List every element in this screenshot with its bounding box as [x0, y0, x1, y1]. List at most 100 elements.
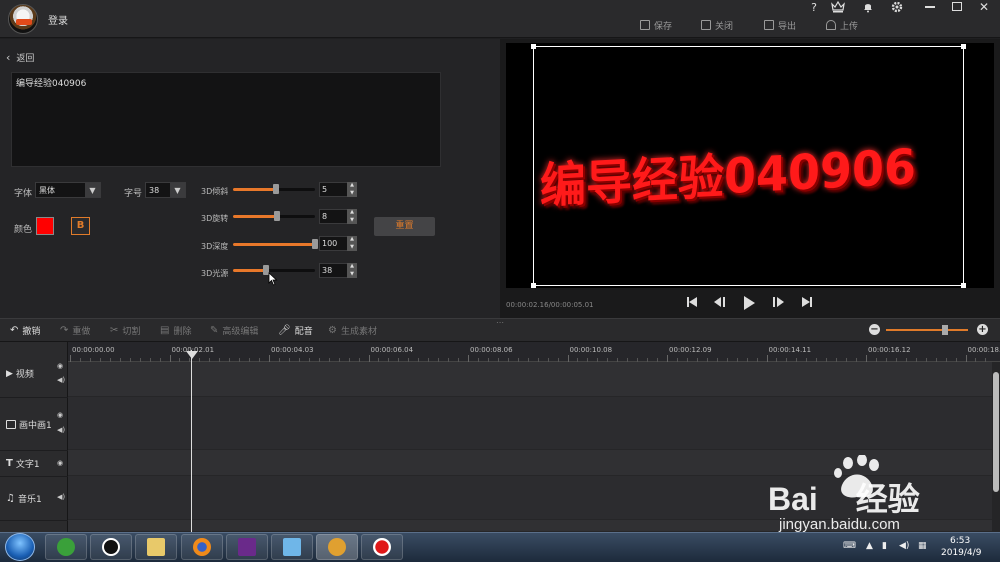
rotate-label: 3D旋转	[201, 214, 229, 223]
depth-slider[interactable]	[233, 238, 318, 250]
back-button[interactable]: ‹ 返回	[6, 51, 34, 64]
bell-icon[interactable]	[862, 1, 874, 13]
track-text[interactable]: T 文字1	[6, 457, 40, 470]
close-project-button[interactable]: 关闭	[701, 18, 733, 32]
refresh-icon	[57, 538, 75, 556]
clock-date[interactable]: 2019/4/9	[941, 548, 981, 558]
network-icon[interactable]: ▦	[918, 541, 927, 551]
video-icon: ▶	[6, 368, 13, 379]
play-icon[interactable]	[743, 296, 755, 313]
taskbar-app-explorer[interactable]	[135, 534, 177, 560]
keyboard-icon[interactable]: ⌨	[843, 541, 856, 551]
scrollbar-thumb[interactable]	[993, 372, 999, 492]
arrow-down-icon[interactable]: ▼	[350, 271, 354, 278]
arrow-down-icon[interactable]: ▼	[350, 244, 354, 251]
next-frame-icon[interactable]	[771, 296, 785, 311]
taskbar-app-refresh[interactable]	[45, 534, 87, 560]
arrow-up-icon[interactable]: ▲	[350, 182, 354, 189]
taskbar-app-firefox[interactable]	[181, 534, 223, 560]
taskbar-app-notes[interactable]	[271, 534, 313, 560]
eye-icon[interactable]: ◉	[57, 362, 63, 370]
minimize-icon[interactable]	[925, 6, 935, 8]
resize-handle[interactable]	[531, 283, 536, 288]
resize-handle[interactable]	[961, 44, 966, 49]
advanced-edit-button[interactable]: ✎ 高级编辑	[210, 324, 258, 337]
color-swatch[interactable]	[36, 217, 54, 235]
eye-icon[interactable]: ◉	[57, 459, 63, 467]
arrow-down-icon[interactable]: ▼	[350, 190, 354, 197]
playhead-marker[interactable]	[186, 351, 198, 359]
speaker-icon[interactable]: ◀)	[57, 426, 65, 434]
cut-button[interactable]: ✂ 切割	[110, 324, 140, 337]
prev-frame-icon[interactable]	[713, 296, 727, 311]
zoom-out-icon[interactable]: −	[869, 324, 880, 335]
arrow-up-icon[interactable]: ▲	[350, 236, 354, 243]
video-track-lane[interactable]	[68, 362, 992, 397]
save-button[interactable]: 保存	[640, 18, 672, 32]
redo-button[interactable]: ↷ 重做	[60, 324, 90, 337]
resize-handle[interactable]	[531, 44, 536, 49]
text-content-input[interactable]: 编导经验040906	[11, 72, 441, 167]
font-select[interactable]: 黑体 ▼	[35, 182, 101, 198]
size-select[interactable]: 38 ▼	[145, 182, 186, 198]
rotate-slider[interactable]	[233, 210, 315, 222]
skip-start-icon[interactable]	[686, 296, 698, 311]
light-stepper[interactable]: 38 ▲ ▼	[319, 263, 357, 278]
tilt-slider[interactable]	[233, 183, 315, 195]
app-logo[interactable]	[8, 4, 38, 34]
restore-icon[interactable]	[952, 2, 962, 11]
track-pip[interactable]: 画中画1	[6, 418, 52, 431]
light-label: 3D光源	[201, 269, 229, 278]
rotate-stepper[interactable]: 8 ▲ ▼	[319, 209, 357, 224]
upload-button[interactable]: 上传	[826, 18, 858, 32]
qq-penguin-icon	[102, 538, 120, 556]
bold-button[interactable]: B	[71, 217, 90, 235]
close-icon[interactable]: ✕	[979, 0, 989, 14]
volume-icon[interactable]: ◀)	[899, 541, 909, 551]
zoom-slider-thumb[interactable]	[942, 325, 949, 335]
pip-track-lane[interactable]	[68, 397, 992, 450]
slider-thumb[interactable]	[274, 211, 281, 221]
ruler-tick-label: 00:00:14.11	[768, 346, 812, 354]
vip-icon[interactable]	[831, 0, 845, 13]
reset-button[interactable]: 重置	[374, 217, 435, 236]
help-icon[interactable]: ?	[806, 1, 822, 15]
time-readout: 00:00:02.16/00:00:05.01	[506, 301, 594, 309]
taskbar-app-qq[interactable]	[90, 534, 132, 560]
zoom-in-icon[interactable]: +	[977, 324, 988, 335]
battery-icon[interactable]: ▮	[882, 541, 887, 551]
slider-thumb[interactable]	[312, 239, 318, 249]
taskbar-app-player[interactable]	[226, 534, 268, 560]
arrow-up-tray-icon[interactable]: ▲	[866, 541, 873, 551]
depth-stepper[interactable]: 100 ▲ ▼	[319, 236, 357, 251]
arrow-up-icon[interactable]: ▲	[350, 209, 354, 216]
track-music[interactable]: ♫ 音乐1	[6, 492, 42, 505]
resize-handle[interactable]	[961, 283, 966, 288]
speaker-icon[interactable]: ◀)	[57, 493, 65, 501]
splitter-handle[interactable]: ⋯	[496, 318, 504, 327]
tilt-stepper[interactable]: 5 ▲ ▼	[319, 182, 357, 197]
ruler-tick-label: 00:00:04.03	[271, 346, 314, 354]
speaker-icon[interactable]: ◀)	[57, 376, 65, 384]
gear-icon[interactable]	[891, 1, 903, 13]
generate-material-button[interactable]: ⚙ 生成素材	[328, 324, 377, 337]
arrow-up-icon[interactable]: ▲	[350, 263, 354, 270]
taskbar-app-recorder[interactable]	[361, 534, 403, 560]
delete-button[interactable]: ▤ 删除	[160, 324, 191, 337]
taskbar-app-editor[interactable]	[316, 534, 358, 560]
dubbing-button[interactable]: 🎤︎ 配音	[278, 324, 313, 337]
start-button[interactable]	[5, 533, 35, 561]
clock-time[interactable]: 6:53	[950, 536, 970, 546]
eye-icon[interactable]: ◉	[57, 411, 63, 419]
upload-icon	[826, 20, 836, 30]
track-video[interactable]: ▶ 视频	[6, 367, 34, 381]
export-button[interactable]: 导出	[764, 18, 796, 32]
login-link[interactable]: 登录	[48, 12, 68, 27]
arrow-down-icon[interactable]: ▼	[350, 217, 354, 224]
pencil-icon: ✎	[210, 325, 219, 336]
slider-thumb[interactable]	[273, 184, 280, 194]
undo-button[interactable]: ↶ 撤销	[10, 324, 40, 337]
playhead-line[interactable]	[191, 350, 192, 532]
skip-end-icon[interactable]	[801, 296, 813, 311]
zoom-slider[interactable]	[886, 329, 968, 331]
